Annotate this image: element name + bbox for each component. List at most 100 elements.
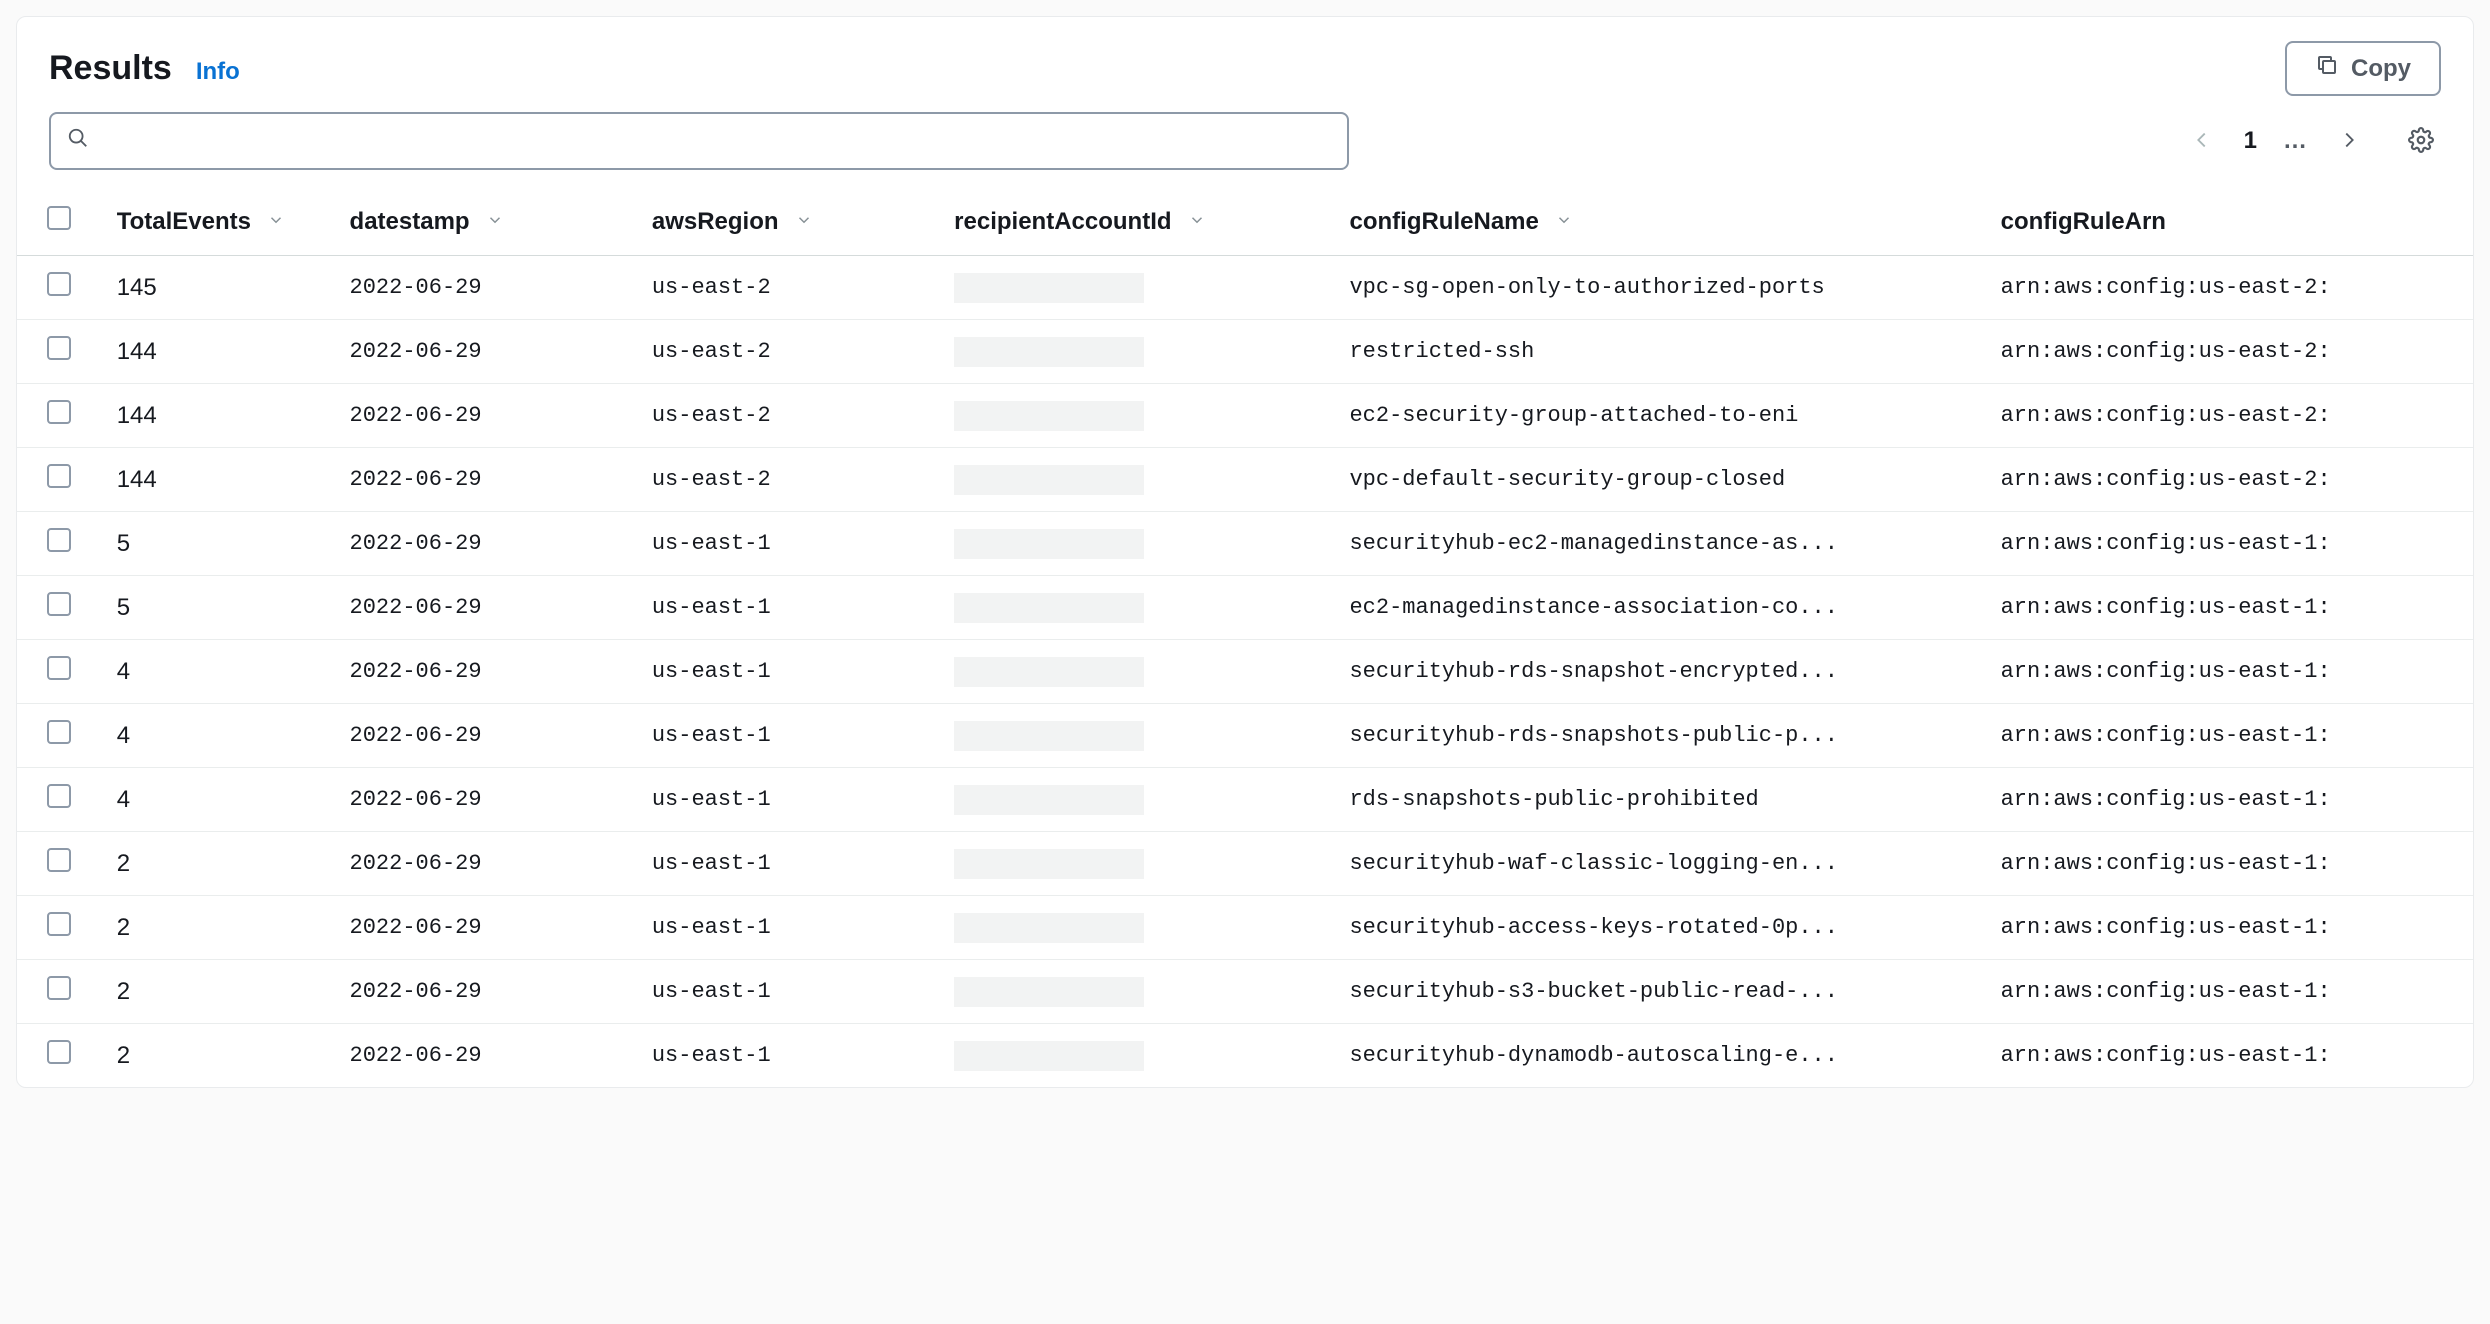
cell-totalevents: 144	[101, 320, 334, 384]
sort-icon[interactable]	[486, 208, 504, 236]
cell-datestamp: 2022-06-29	[334, 960, 636, 1024]
results-table: TotalEvents datestamp awsRegion	[17, 188, 2473, 1087]
redacted-value	[954, 849, 1144, 879]
row-checkbox[interactable]	[47, 336, 71, 360]
pagination-next[interactable]	[2333, 125, 2365, 157]
table-row[interactable]: 42022-06-29us-east-1securityhub-rds-snap…	[17, 640, 2473, 704]
cell-totalevents: 4	[101, 640, 334, 704]
column-header-configrulearn[interactable]: configRuleArn	[2001, 208, 2166, 236]
cell-datestamp: 2022-06-29	[334, 896, 636, 960]
cell-configrulename: securityhub-rds-snapshot-encrypted...	[1333, 640, 1984, 704]
cell-configrulename: securityhub-s3-bucket-public-read-...	[1333, 960, 1984, 1024]
row-checkbox[interactable]	[47, 784, 71, 808]
sort-icon[interactable]	[795, 208, 813, 236]
cell-datestamp: 2022-06-29	[334, 384, 636, 448]
cell-configrulename: rds-snapshots-public-prohibited	[1333, 768, 1984, 832]
sort-icon[interactable]	[1555, 208, 1573, 236]
search-input[interactable]	[49, 112, 1349, 170]
table-row[interactable]: 52022-06-29us-east-1securityhub-ec2-mana…	[17, 512, 2473, 576]
table-row[interactable]: 22022-06-29us-east-1securityhub-waf-clas…	[17, 832, 2473, 896]
sort-icon[interactable]	[1188, 208, 1206, 236]
cell-totalevents: 4	[101, 768, 334, 832]
table-row[interactable]: 22022-06-29us-east-1securityhub-access-k…	[17, 896, 2473, 960]
cell-configrulearn: arn:aws:config:us-east-2:	[1985, 384, 2473, 448]
row-checkbox[interactable]	[47, 464, 71, 488]
chevron-left-icon	[2191, 129, 2213, 154]
pagination: 1 …	[2186, 121, 2441, 161]
cell-configrulearn: arn:aws:config:us-east-1:	[1985, 832, 2473, 896]
settings-button[interactable]	[2401, 121, 2441, 161]
sort-icon[interactable]	[267, 208, 285, 236]
redacted-value	[954, 913, 1144, 943]
cell-totalevents: 2	[101, 896, 334, 960]
cell-configrulearn: arn:aws:config:us-east-1:	[1985, 896, 2473, 960]
cell-totalevents: 5	[101, 576, 334, 640]
cell-totalevents: 2	[101, 960, 334, 1024]
row-checkbox[interactable]	[47, 592, 71, 616]
copy-button[interactable]: Copy	[2285, 41, 2441, 96]
cell-configrulename: vpc-sg-open-only-to-authorized-ports	[1333, 256, 1984, 320]
cell-awsregion: us-east-2	[636, 448, 938, 512]
pagination-prev[interactable]	[2186, 125, 2218, 157]
cell-configrulearn: arn:aws:config:us-east-1:	[1985, 704, 2473, 768]
table-row[interactable]: 42022-06-29us-east-1securityhub-rds-snap…	[17, 704, 2473, 768]
copy-label: Copy	[2351, 55, 2411, 83]
table-row[interactable]: 22022-06-29us-east-1securityhub-dynamodb…	[17, 1024, 2473, 1088]
cell-configrulearn: arn:aws:config:us-east-2:	[1985, 320, 2473, 384]
row-checkbox[interactable]	[47, 848, 71, 872]
table-row[interactable]: 22022-06-29us-east-1securityhub-s3-bucke…	[17, 960, 2473, 1024]
column-header-totalevents[interactable]: TotalEvents	[117, 208, 251, 236]
cell-recipientaccountid	[938, 1024, 1333, 1088]
row-checkbox[interactable]	[47, 656, 71, 680]
cell-recipientaccountid	[938, 384, 1333, 448]
cell-awsregion: us-east-1	[636, 704, 938, 768]
pagination-current[interactable]: 1	[2244, 127, 2257, 155]
row-checkbox[interactable]	[47, 912, 71, 936]
column-header-datestamp[interactable]: datestamp	[350, 208, 470, 236]
redacted-value	[954, 273, 1144, 303]
cell-recipientaccountid	[938, 448, 1333, 512]
row-checkbox[interactable]	[47, 272, 71, 296]
row-checkbox[interactable]	[47, 528, 71, 552]
redacted-value	[954, 785, 1144, 815]
table-row[interactable]: 52022-06-29us-east-1ec2-managedinstance-…	[17, 576, 2473, 640]
table-row[interactable]: 1442022-06-29us-east-2ec2-security-group…	[17, 384, 2473, 448]
cell-recipientaccountid	[938, 640, 1333, 704]
row-checkbox[interactable]	[47, 400, 71, 424]
column-header-awsregion[interactable]: awsRegion	[652, 208, 779, 236]
cell-configrulename: securityhub-waf-classic-logging-en...	[1333, 832, 1984, 896]
cell-recipientaccountid	[938, 320, 1333, 384]
column-header-configrulename[interactable]: configRuleName	[1349, 208, 1538, 236]
search-box	[49, 112, 1349, 170]
table-row[interactable]: 1452022-06-29us-east-2vpc-sg-open-only-t…	[17, 256, 2473, 320]
title-wrap: Results Info	[49, 49, 240, 88]
row-checkbox[interactable]	[47, 720, 71, 744]
redacted-value	[954, 465, 1144, 495]
redacted-value	[954, 977, 1144, 1007]
cell-configrulename: securityhub-access-keys-rotated-0p...	[1333, 896, 1984, 960]
cell-recipientaccountid	[938, 704, 1333, 768]
select-all-checkbox[interactable]	[47, 206, 71, 230]
page-title: Results	[49, 49, 172, 88]
row-checkbox[interactable]	[47, 976, 71, 1000]
redacted-value	[954, 401, 1144, 431]
cell-datestamp: 2022-06-29	[334, 640, 636, 704]
cell-datestamp: 2022-06-29	[334, 320, 636, 384]
cell-configrulearn: arn:aws:config:us-east-2:	[1985, 448, 2473, 512]
cell-totalevents: 5	[101, 512, 334, 576]
cell-recipientaccountid	[938, 512, 1333, 576]
table-row[interactable]: 1442022-06-29us-east-2restricted-ssharn:…	[17, 320, 2473, 384]
table-row[interactable]: 1442022-06-29us-east-2vpc-default-securi…	[17, 448, 2473, 512]
chevron-right-icon	[2338, 129, 2360, 154]
cell-configrulearn: arn:aws:config:us-east-1:	[1985, 512, 2473, 576]
cell-awsregion: us-east-1	[636, 512, 938, 576]
column-header-recipientaccountid[interactable]: recipientAccountId	[954, 208, 1171, 236]
redacted-value	[954, 337, 1144, 367]
row-checkbox[interactable]	[47, 1040, 71, 1064]
table-row[interactable]: 42022-06-29us-east-1rds-snapshots-public…	[17, 768, 2473, 832]
search-icon	[67, 127, 89, 155]
pagination-ellipsis[interactable]: …	[2283, 127, 2307, 155]
redacted-value	[954, 1041, 1144, 1071]
info-link[interactable]: Info	[196, 58, 240, 86]
cell-awsregion: us-east-2	[636, 256, 938, 320]
